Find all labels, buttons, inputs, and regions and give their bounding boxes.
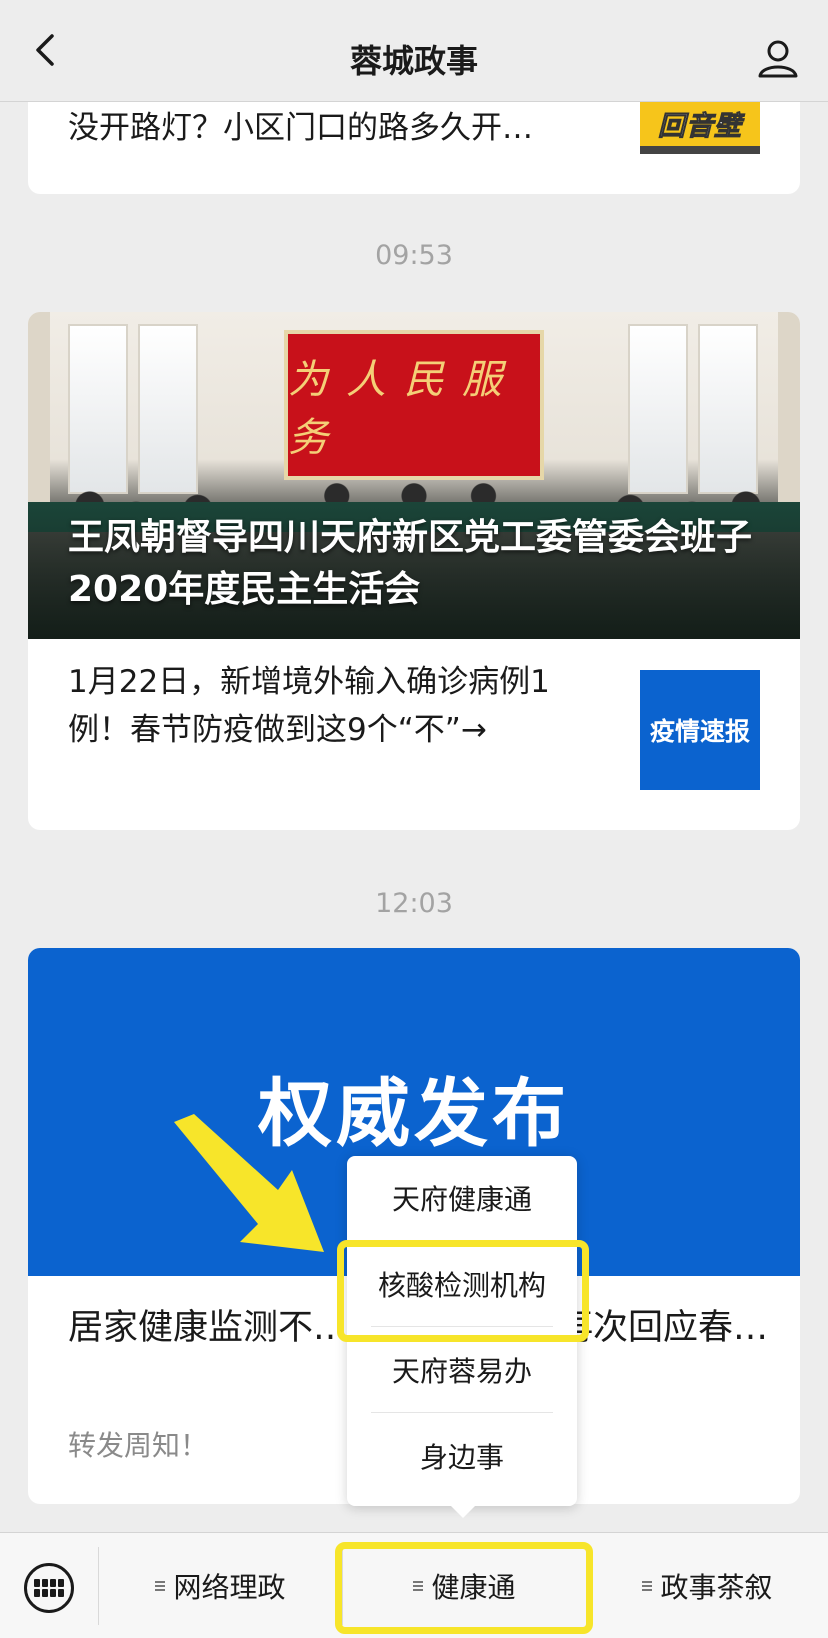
user-icon[interactable] <box>756 36 800 80</box>
submenu-popup: 天府健康通 核酸检测机构 天府蓉易办 身边事 <box>347 1156 577 1518</box>
menu-button-label: 政事茶叙 <box>660 1571 773 1604</box>
article-title[interactable]: 1月22日，新增境外输入确诊病例1例！春节防疫做到这9个“不”→ <box>68 658 603 754</box>
red-banner: 为人民服务 <box>284 330 544 480</box>
menu-lines-icon <box>642 1579 653 1593</box>
message-timestamp: 12:03 <box>375 888 453 919</box>
menu-button-network-politics[interactable]: 网络理政 <box>99 1533 342 1638</box>
menu-button-tea-talk[interactable]: 政事茶叙 <box>587 1533 828 1638</box>
menu-lines-icon <box>413 1579 424 1593</box>
bottom-menu-bar: 网络理政 健康通 政事茶叙 <box>0 1532 828 1638</box>
banner-text: 为人民服务 <box>288 357 520 461</box>
keyboard-icon[interactable] <box>24 1563 74 1613</box>
submenu-item-rongyiban[interactable]: 天府蓉易办 <box>347 1328 577 1412</box>
article-subtitle: 转发周知！ <box>68 1429 209 1462</box>
article-hero-image[interactable]: 为人民服务 王凤朝督导四川天府新区党工委管委会班子2020年度民主生活会 <box>28 312 800 639</box>
article-thumbnail: 回音壁 <box>640 100 760 154</box>
submenu-item-nucleic-test[interactable]: 核酸检测机构 <box>347 1242 577 1326</box>
page-title: 蓉城政事 <box>349 42 478 80</box>
submenu-item-tianfu-health[interactable]: 天府健康通 <box>347 1156 577 1240</box>
article-title: 没开路灯？小区门口的路多久开… <box>68 110 533 146</box>
thumbnail-label: 疫情速报 <box>649 717 750 746</box>
menu-button-label: 网络理政 <box>173 1571 286 1604</box>
message-timestamp: 09:53 <box>375 240 453 271</box>
hero-headline: 王凤朝督导四川天府新区党工委管委会班子2020年度民主生活会 <box>68 517 753 610</box>
menu-lines-icon <box>155 1579 166 1593</box>
top-bar: 蓉城政事 <box>0 0 828 102</box>
popup-caret <box>451 1506 475 1518</box>
menu-button-label: 健康通 <box>431 1571 516 1604</box>
article-thumbnail: 疫情速报 <box>640 670 760 790</box>
article-card[interactable]: 为人民服务 王凤朝督导四川天府新区党工委管委会班子2020年度民主生活会 1月2… <box>28 312 800 830</box>
hero-headline: 权威发布 <box>258 1071 570 1157</box>
menu-button-health[interactable]: 健康通 <box>343 1533 586 1638</box>
pointer-arrow-icon <box>174 1114 324 1252</box>
thumbnail-label: 回音壁 <box>658 110 742 142</box>
submenu-item-nearby[interactable]: 身边事 <box>347 1414 577 1498</box>
